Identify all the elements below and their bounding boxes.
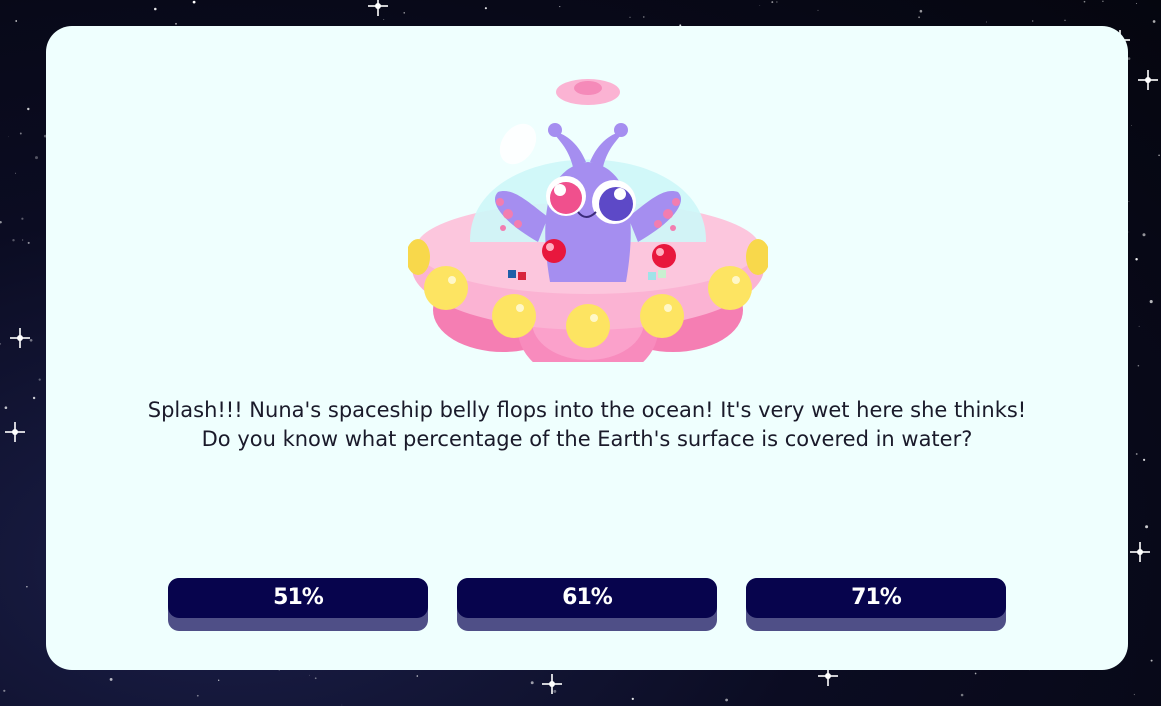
star [15, 172, 17, 174]
star [175, 22, 177, 25]
star [218, 679, 220, 681]
star [1135, 453, 1138, 455]
star [919, 9, 923, 13]
star [309, 674, 311, 676]
star [553, 689, 557, 693]
star [631, 697, 634, 701]
bright-star [368, 0, 388, 16]
star [19, 132, 22, 135]
star [314, 677, 317, 680]
star [4, 406, 8, 410]
star [416, 675, 419, 677]
star [32, 396, 36, 400]
star [1131, 125, 1132, 126]
star [35, 156, 38, 160]
star [725, 698, 728, 702]
star [29, 338, 33, 342]
star [1152, 20, 1156, 23]
star [1142, 233, 1146, 237]
star [3, 689, 6, 692]
answer-label: 51% [168, 578, 428, 618]
star [1138, 325, 1140, 327]
star [1150, 659, 1153, 662]
star [629, 16, 631, 18]
star [26, 586, 28, 588]
star [918, 16, 921, 19]
answer-button-61[interactable]: 61% [457, 578, 717, 631]
star [27, 107, 30, 111]
star [1064, 19, 1066, 22]
star [1083, 0, 1086, 3]
answer-label: 61% [457, 578, 717, 618]
star [403, 12, 405, 14]
star [1032, 20, 1034, 22]
answer-button-71[interactable]: 71% [746, 578, 1006, 631]
star [1149, 300, 1153, 304]
alien-spaceship-illustration [408, 79, 768, 362]
bright-star [1130, 542, 1150, 562]
star [759, 5, 761, 6]
star [484, 7, 487, 10]
star [1136, 3, 1138, 5]
star [383, 19, 385, 20]
star [1137, 364, 1140, 367]
bright-star [10, 328, 30, 348]
star [27, 241, 30, 244]
bright-star [5, 422, 25, 442]
star [8, 136, 9, 138]
star [1127, 57, 1131, 60]
star [1133, 693, 1136, 696]
star [154, 7, 157, 11]
answer-button-51[interactable]: 51% [168, 578, 428, 631]
star [21, 217, 24, 220]
star [530, 681, 534, 685]
answer-label: 71% [746, 578, 1006, 618]
star [960, 693, 964, 697]
star [1128, 201, 1130, 203]
star [986, 21, 987, 23]
star [0, 343, 2, 345]
star [38, 378, 41, 381]
bright-star [542, 674, 562, 694]
star [109, 677, 113, 681]
star [643, 16, 645, 18]
star [0, 220, 2, 224]
star [771, 1, 774, 4]
star [1128, 231, 1130, 233]
star [22, 239, 24, 241]
star [15, 20, 18, 22]
star [559, 6, 561, 8]
question-card: Splash!!! Nuna's spaceship belly flops i… [46, 26, 1128, 670]
star [341, 704, 343, 706]
star [817, 9, 819, 11]
star [1143, 458, 1146, 461]
star [974, 672, 977, 675]
star [1102, 0, 1104, 3]
question-text: Splash!!! Nuna's spaceship belly flops i… [147, 398, 1027, 451]
star [1158, 154, 1160, 157]
star [1135, 258, 1138, 261]
star [776, 1, 778, 3]
star [192, 0, 196, 4]
star [12, 238, 15, 242]
bright-star [1138, 70, 1158, 90]
star [196, 694, 199, 697]
star [1145, 525, 1149, 529]
